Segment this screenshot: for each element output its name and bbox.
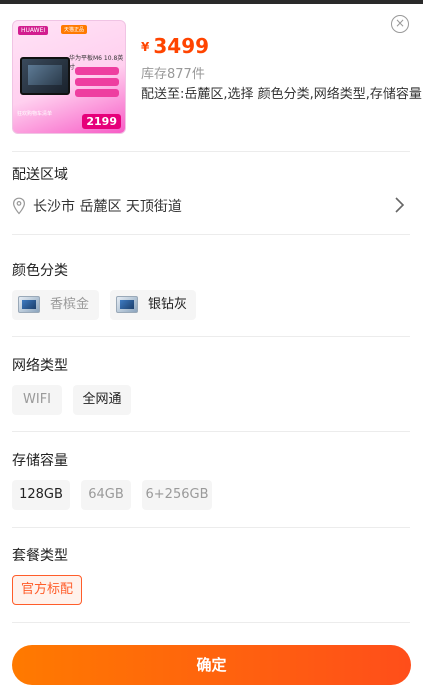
thumbnail-tag: 天猫正品 [61,25,88,34]
address-text: 长沙市 岳麓区 天顶街道 [33,199,182,215]
option-color-champagne[interactable]: 香槟金 [12,290,99,320]
option-color-silver-gray[interactable]: 银钻灰 [110,290,196,320]
close-icon: × [394,16,406,30]
status-bar-strip [0,0,423,4]
option-package-official[interactable]: 官方标配 [12,575,82,605]
option-network-all[interactable]: 全网通 [73,385,131,415]
product-thumbnail[interactable]: HUAWEI 天猫正品 华为平板M6 10.8英寸 狂欢购物车清单 2199 [12,20,126,134]
tablet-thumbnail-icon [18,296,40,313]
option-storage-128gb[interactable]: 128GB [12,480,70,510]
divider [12,431,410,432]
confirm-button[interactable]: 确定 [12,645,411,685]
thumbnail-feature-pill [75,78,119,86]
divider [12,151,410,152]
chevron-right-icon [395,197,405,213]
section-title-area: 配送区域 [12,167,68,183]
location-pin-icon [12,197,26,215]
divider [12,622,410,623]
thumbnail-price: 2199 [82,114,121,129]
price-value: 3499 [153,34,210,58]
section-title-network: 网络类型 [12,358,68,374]
divider [12,527,410,528]
thumbnail-bottom-text: 狂欢购物车清单 [17,111,53,117]
tablet-thumbnail-icon [116,296,138,313]
section-title-package: 套餐类型 [12,548,68,564]
thumbnail-feature-pill [75,89,119,97]
divider [12,336,410,337]
divider [12,234,410,235]
currency-symbol: ¥ [141,40,150,54]
address-selector[interactable]: 长沙市 岳麓区 天顶街道 [12,196,410,216]
close-button[interactable]: × [391,15,409,33]
thumbnail-feature-pill [75,67,119,75]
tablet-image [20,57,70,95]
product-price: ¥3499 [141,34,209,58]
delivery-summary: 配送至:岳麓区,选择 颜色分类,网络类型,存储容量 [141,87,422,102]
thumbnail-brand: HUAWEI [18,26,49,35]
option-storage-6-256gb[interactable]: 6+256GB [142,480,212,510]
option-network-wifi[interactable]: WIFI [12,385,62,415]
section-title-storage: 存储容量 [12,453,68,469]
option-label: 银钻灰 [148,297,188,312]
option-label: 香槟金 [50,297,90,312]
stock-text: 库存877件 [141,67,205,82]
option-storage-64gb[interactable]: 64GB [81,480,131,510]
section-title-color: 颜色分类 [12,263,68,279]
